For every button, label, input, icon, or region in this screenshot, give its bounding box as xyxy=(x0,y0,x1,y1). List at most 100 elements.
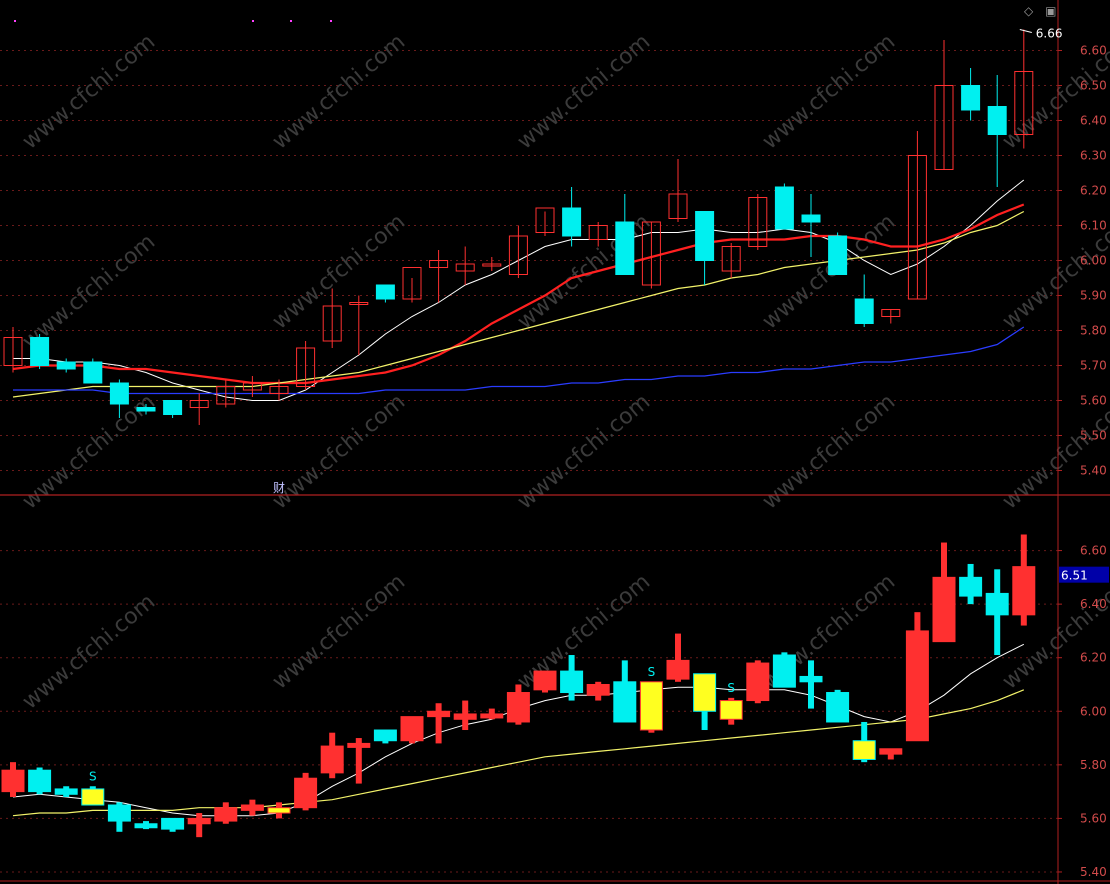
candle-body[interactable] xyxy=(562,207,582,237)
diamond-icon[interactable]: ◇ xyxy=(1024,4,1033,18)
bottom-tick-label: 5.80 xyxy=(1080,758,1107,772)
signal-bar[interactable] xyxy=(506,692,530,723)
top-tick-label: 6.10 xyxy=(1080,219,1107,233)
signal-bar[interactable] xyxy=(639,681,663,731)
candle-body[interactable] xyxy=(56,361,76,370)
signal-bar[interactable] xyxy=(772,654,796,688)
top-tick-label: 6.00 xyxy=(1080,254,1107,268)
s-signal-marker: S xyxy=(727,681,735,695)
signal-bar[interactable] xyxy=(294,777,318,809)
signal-bar[interactable] xyxy=(719,700,743,720)
watermark-text: www.cfchi.com xyxy=(18,589,160,714)
signal-bar[interactable] xyxy=(1012,566,1036,616)
signal-bar[interactable] xyxy=(427,710,451,718)
signal-bar[interactable] xyxy=(54,788,78,795)
signal-bar[interactable] xyxy=(28,769,52,793)
signal-bar[interactable] xyxy=(666,659,690,680)
bottom-tick-label: 6.40 xyxy=(1080,597,1107,611)
candle-body[interactable] xyxy=(163,400,183,415)
top-tick-label: 5.60 xyxy=(1080,394,1107,408)
watermark-text: www.cfchi.com xyxy=(18,29,160,154)
signal-shadow xyxy=(808,660,814,709)
top-tick-label: 5.80 xyxy=(1080,324,1107,338)
watermark-text: www.cfchi.com xyxy=(268,569,410,694)
candle-body[interactable] xyxy=(961,85,981,111)
candle-body[interactable] xyxy=(30,337,50,366)
max-price-label: 6.66 xyxy=(1036,27,1063,41)
signal-bar[interactable] xyxy=(959,576,983,597)
signal-bar[interactable] xyxy=(373,729,397,742)
candle-layer[interactable] xyxy=(1,29,1036,838)
candle-body[interactable] xyxy=(801,214,821,223)
bottom-tick-label: 6.20 xyxy=(1080,651,1107,665)
candle-body[interactable] xyxy=(854,298,874,324)
watermark-text: www.cfchi.com xyxy=(513,29,655,154)
top-tick-label: 5.70 xyxy=(1080,359,1107,373)
top-dot-marker xyxy=(14,20,16,22)
bottom-tick-label: 5.40 xyxy=(1080,865,1107,879)
candle-body[interactable] xyxy=(83,361,103,384)
signal-bar[interactable] xyxy=(852,740,876,760)
watermark-text: www.cfchi.com xyxy=(513,389,655,514)
top-right-icons: ◇ ▣ xyxy=(1024,4,1064,18)
signal-bar[interactable] xyxy=(81,788,105,806)
top-dot-marker xyxy=(330,20,332,22)
candle-body[interactable] xyxy=(774,186,794,230)
signal-bar[interactable] xyxy=(187,817,211,825)
window-icon[interactable]: ▣ xyxy=(1045,4,1056,18)
watermark-text: www.cfchi.com xyxy=(758,389,900,514)
watermark-text: www.cfchi.com xyxy=(758,29,900,154)
signal-bar[interactable] xyxy=(453,713,477,720)
signal-bar[interactable] xyxy=(347,742,371,748)
signal-bar[interactable] xyxy=(932,576,956,643)
s-signal-marker: S xyxy=(648,665,656,679)
top-tick-label: 5.50 xyxy=(1080,429,1107,443)
signal-bar[interactable] xyxy=(826,692,850,723)
signal-bar[interactable] xyxy=(240,804,264,811)
signal-bar[interactable] xyxy=(879,748,903,755)
signal-bar[interactable] xyxy=(613,681,637,723)
signal-bar[interactable] xyxy=(693,673,717,712)
signal-bar[interactable] xyxy=(985,592,1009,616)
signal-bar[interactable] xyxy=(1,769,25,793)
signal-bar[interactable] xyxy=(161,817,185,830)
top-tick-label: 5.40 xyxy=(1080,464,1107,478)
signal-bar[interactable] xyxy=(134,823,158,829)
candle-body[interactable] xyxy=(615,221,635,275)
candle-body[interactable] xyxy=(109,382,129,405)
watermark-text: www.cfchi.com xyxy=(998,389,1110,514)
candle-body[interactable] xyxy=(136,407,156,412)
watermark-text: www.cfchi.com xyxy=(268,209,410,334)
signal-bar[interactable] xyxy=(214,807,238,822)
signal-bar[interactable] xyxy=(320,745,344,774)
candle-body[interactable] xyxy=(695,211,715,261)
bottom-tick-label: 6.00 xyxy=(1080,704,1107,718)
candle-body[interactable] xyxy=(987,106,1007,135)
signal-bar[interactable] xyxy=(746,662,770,702)
finance-marker: 财 xyxy=(273,481,285,495)
signal-bar[interactable] xyxy=(799,675,823,683)
signal-shadow xyxy=(435,703,442,744)
signal-bar[interactable] xyxy=(586,683,610,696)
signal-bar[interactable] xyxy=(560,670,584,694)
signal-bar[interactable] xyxy=(267,807,291,814)
max-price-pointer xyxy=(1019,29,1032,33)
top-tick-label: 6.40 xyxy=(1080,114,1107,128)
signal-bar[interactable] xyxy=(905,630,929,742)
signal-bar[interactable] xyxy=(533,670,557,691)
top-ma60-line xyxy=(13,326,1025,395)
stock-chart[interactable]: www.cfchi.com www.cfchi.com www.cfchi.com w… xyxy=(0,0,1110,884)
top-tick-label: 6.30 xyxy=(1080,149,1107,163)
signal-bar[interactable] xyxy=(480,713,504,719)
top-tick-label: 6.20 xyxy=(1080,184,1107,198)
top-tick-label: 5.90 xyxy=(1080,289,1107,303)
top-tick-label: 6.60 xyxy=(1080,44,1107,58)
signal-shadow xyxy=(196,813,203,838)
candle-body[interactable] xyxy=(828,235,848,275)
top-ma5-line xyxy=(13,179,1025,401)
signal-bar[interactable] xyxy=(400,716,424,742)
top-dot-marker xyxy=(252,20,254,22)
signal-bar[interactable] xyxy=(107,804,131,822)
bottom-tick-label: 6.60 xyxy=(1080,544,1107,558)
candle-body[interactable] xyxy=(375,284,395,300)
